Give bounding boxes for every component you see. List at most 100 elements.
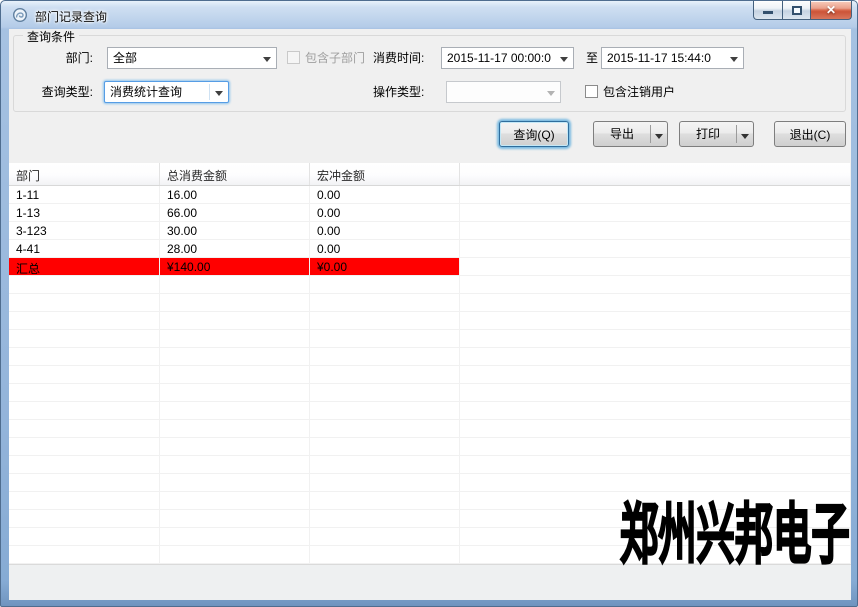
table-cell bbox=[9, 474, 160, 491]
table-cell bbox=[310, 276, 460, 293]
table-cell bbox=[310, 402, 460, 419]
column-header[interactable] bbox=[460, 163, 850, 185]
table-cell bbox=[460, 366, 850, 383]
table-empty-row bbox=[9, 402, 850, 420]
client-area: 查询条件 部门: 全部 包含子部门 消费时间: 2015-11-17 00:00… bbox=[9, 29, 851, 600]
query-type-value: 消费统计查询 bbox=[110, 82, 208, 102]
table-cell bbox=[160, 438, 310, 455]
chevron-down-icon bbox=[730, 57, 738, 62]
table-cell: 66.00 bbox=[160, 204, 310, 221]
to-label: 至 bbox=[585, 47, 599, 69]
table-empty-row bbox=[9, 456, 850, 474]
combo-separator bbox=[209, 84, 210, 100]
exit-button[interactable]: 退出(C) bbox=[774, 121, 846, 147]
time-to-select[interactable]: 2015-11-17 15:44:0 bbox=[601, 47, 744, 69]
table-cell bbox=[9, 510, 160, 527]
table-cell bbox=[460, 276, 850, 293]
department-select[interactable]: 全部 bbox=[107, 47, 277, 69]
table-cell bbox=[160, 348, 310, 365]
table-cell bbox=[160, 276, 310, 293]
table-cell bbox=[460, 240, 850, 257]
print-button[interactable]: 打印 bbox=[679, 121, 754, 147]
summary-row[interactable]: 汇总¥140.00¥0.00 bbox=[9, 258, 850, 276]
time-to-value: 2015-11-17 15:44:0 bbox=[607, 48, 723, 68]
include-subdept-checkbox[interactable] bbox=[287, 51, 300, 64]
window-title: 部门记录查询 bbox=[35, 8, 107, 25]
table-cell bbox=[9, 348, 160, 365]
window-controls: ✕ bbox=[753, 1, 852, 20]
table-cell bbox=[460, 330, 850, 347]
table-cell bbox=[460, 402, 850, 419]
table-empty-row bbox=[9, 474, 850, 492]
table-cell bbox=[310, 420, 460, 437]
table-cell bbox=[460, 420, 850, 437]
column-header[interactable]: 部门 bbox=[9, 163, 160, 185]
include-cancelled-checkbox[interactable] bbox=[585, 85, 598, 98]
column-header[interactable]: 宏冲金额 bbox=[310, 163, 460, 185]
table-cell bbox=[310, 330, 460, 347]
table-cell bbox=[310, 510, 460, 527]
table-cell bbox=[310, 384, 460, 401]
maximize-button[interactable] bbox=[783, 1, 811, 20]
table-header: 部门总消费金额宏冲金额 bbox=[9, 163, 850, 186]
table-cell bbox=[9, 492, 160, 509]
table-cell: 4-41 bbox=[9, 240, 160, 257]
table-empty-row bbox=[9, 294, 850, 312]
table-empty-row bbox=[9, 312, 850, 330]
table-cell bbox=[9, 438, 160, 455]
table-cell: 0.00 bbox=[310, 204, 460, 221]
table-cell bbox=[310, 438, 460, 455]
table-cell bbox=[310, 348, 460, 365]
table-cell: 0.00 bbox=[310, 186, 460, 203]
table-row[interactable]: 1-1116.000.00 bbox=[9, 186, 850, 204]
table-cell bbox=[310, 492, 460, 509]
chevron-down-icon bbox=[547, 91, 555, 96]
export-dropdown-arrow[interactable] bbox=[651, 130, 667, 139]
table-cell bbox=[460, 312, 850, 329]
include-subdept-label: 包含子部门 bbox=[305, 47, 365, 69]
table-cell: 0.00 bbox=[310, 222, 460, 239]
table-cell bbox=[460, 186, 850, 203]
query-type-select[interactable]: 消费统计查询 bbox=[104, 81, 229, 103]
table-cell: ¥140.00 bbox=[160, 258, 310, 275]
table-cell bbox=[460, 258, 850, 275]
table-empty-row bbox=[9, 384, 850, 402]
table-cell bbox=[9, 546, 160, 563]
table-row[interactable]: 4-4128.000.00 bbox=[9, 240, 850, 258]
table-empty-row bbox=[9, 438, 850, 456]
query-button[interactable]: 查询(Q) bbox=[499, 121, 569, 147]
title-bar[interactable]: 部门记录查询 ✕ bbox=[1, 1, 857, 29]
table-cell bbox=[310, 456, 460, 473]
table-cell: 0.00 bbox=[310, 240, 460, 257]
print-dropdown-arrow[interactable] bbox=[737, 130, 753, 139]
close-button[interactable]: ✕ bbox=[811, 1, 852, 20]
table-cell bbox=[9, 276, 160, 293]
table-cell bbox=[460, 384, 850, 401]
table-empty-row bbox=[9, 330, 850, 348]
time-from-select[interactable]: 2015-11-17 00:00:0 bbox=[441, 47, 574, 69]
export-button[interactable]: 导出 bbox=[593, 121, 668, 147]
table-cell bbox=[160, 402, 310, 419]
minimize-button[interactable] bbox=[753, 1, 783, 20]
table-cell bbox=[460, 294, 850, 311]
table-row[interactable]: 1-1366.000.00 bbox=[9, 204, 850, 222]
table-cell bbox=[9, 456, 160, 473]
table-cell bbox=[160, 456, 310, 473]
table-row[interactable]: 3-12330.000.00 bbox=[9, 222, 850, 240]
table-cell bbox=[160, 330, 310, 347]
table-cell bbox=[460, 222, 850, 239]
minimize-icon bbox=[763, 11, 773, 14]
table-cell bbox=[460, 474, 850, 491]
query-button-label: 查询(Q) bbox=[513, 126, 554, 143]
consume-time-label: 消费时间: bbox=[373, 47, 424, 69]
table-cell bbox=[9, 402, 160, 419]
exit-button-label: 退出(C) bbox=[790, 126, 831, 143]
table-cell bbox=[160, 528, 310, 545]
print-button-label: 打印 bbox=[680, 122, 736, 146]
op-type-select[interactable] bbox=[446, 81, 561, 103]
chevron-down-icon bbox=[263, 57, 271, 62]
time-from-value: 2015-11-17 00:00:0 bbox=[447, 48, 553, 68]
table-empty-row bbox=[9, 366, 850, 384]
table-cell bbox=[160, 384, 310, 401]
column-header[interactable]: 总消费金额 bbox=[160, 163, 310, 185]
